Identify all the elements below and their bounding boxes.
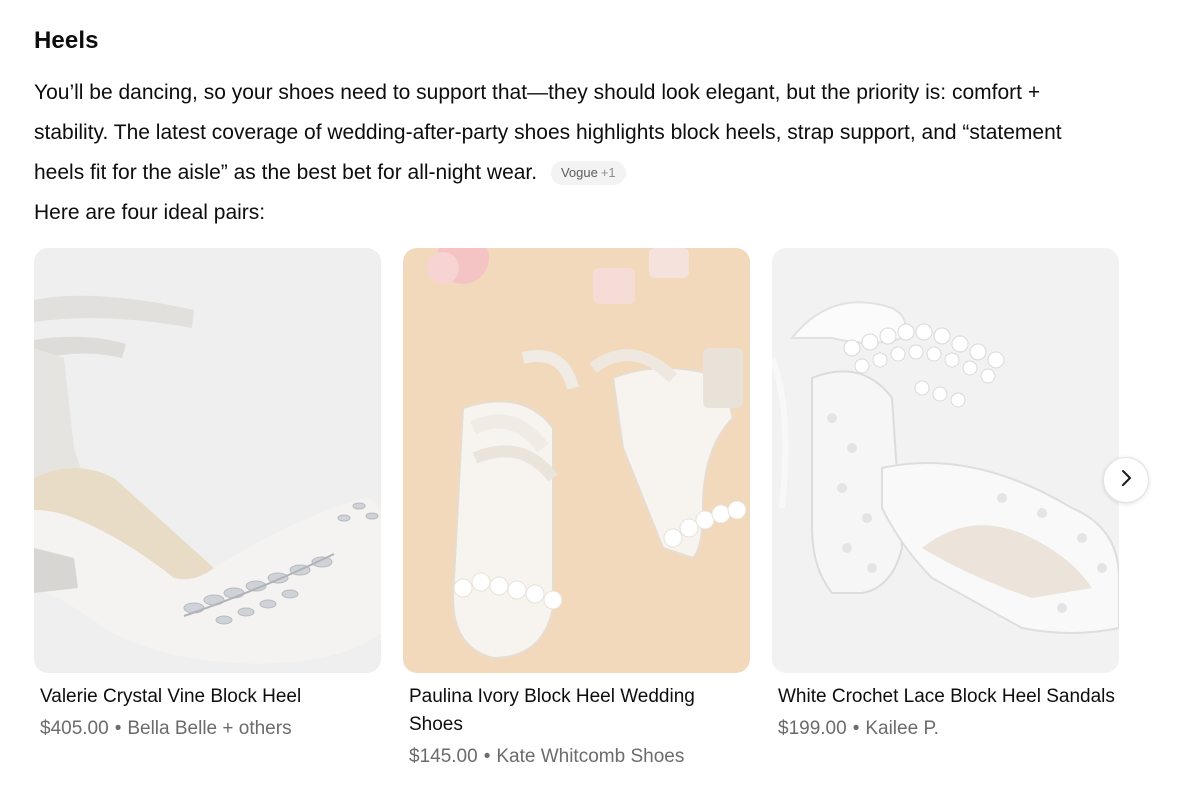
ivory-strappy-sandals-image[interactable] — [403, 248, 750, 673]
separator-dot: • — [852, 718, 860, 739]
products-intro: Here are four ideal pairs: — [34, 201, 266, 224]
citation-source: Vogue — [560, 165, 598, 180]
product-seller: Kailee P. — [865, 718, 939, 739]
lace-pearl-block-heel-image[interactable] — [772, 248, 1119, 673]
product-meta: $199.00 • Kailee P. — [772, 717, 1119, 741]
chat-response: Heels You’ll be dancing, so your shoes n… — [0, 0, 1200, 791]
citation-extra-count: +1 — [600, 165, 616, 180]
product-card[interactable]: White Crochet Lace Block Heel Sandals $1… — [772, 248, 1119, 741]
product-title[interactable]: Valerie Crystal Vine Block Heel — [34, 683, 381, 711]
product-card[interactable]: Valerie Crystal Vine Block Heel $405.00 •… — [34, 248, 381, 741]
carousel-next-button[interactable] — [1103, 457, 1149, 503]
product-meta: $405.00 • Bella Belle + others — [34, 717, 381, 741]
section-paragraph: You’ll be dancing, so your shoes need to… — [34, 73, 1074, 193]
chevron-right-icon — [1116, 468, 1136, 493]
product-carousel: Valerie Crystal Vine Block Heel $405.00 •… — [34, 248, 1200, 791]
separator-dot: • — [114, 718, 122, 739]
citation-pill[interactable]: Vogue +1 — [550, 161, 626, 185]
product-seller: Bella Belle + others — [127, 718, 292, 739]
section-heading: Heels — [34, 27, 99, 54]
product-title[interactable]: White Crochet Lace Block Heel Sandals — [772, 683, 1119, 711]
separator-dot: • — [483, 746, 491, 767]
product-seller: Kate Whitcomb Shoes — [496, 746, 685, 767]
product-meta: $145.00 • Kate Whitcomb Shoes — [403, 745, 750, 769]
product-card[interactable]: Paulina Ivory Block Heel Wedding Shoes $… — [403, 248, 750, 769]
product-price: $405.00 — [40, 718, 109, 739]
product-title[interactable]: Paulina Ivory Block Heel Wedding Shoes — [403, 683, 750, 739]
product-price: $199.00 — [778, 718, 847, 739]
product-price: $145.00 — [409, 746, 478, 767]
paragraph-text: You’ll be dancing, so your shoes need to… — [34, 81, 1062, 184]
satin-heel-with-crystal-vine-image[interactable] — [34, 248, 381, 673]
